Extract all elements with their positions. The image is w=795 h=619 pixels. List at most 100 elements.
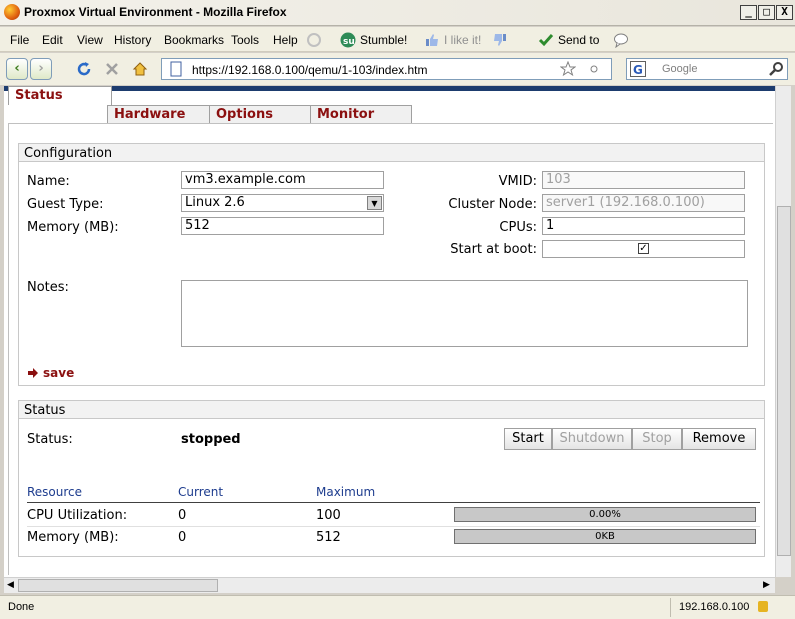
title-bar: Proxmox Virtual Environment - Mozilla Fi… bbox=[0, 0, 795, 26]
send-to-icon bbox=[538, 34, 554, 47]
maximum-column-header: Maximum bbox=[316, 485, 376, 499]
status-label: Status: bbox=[27, 432, 73, 447]
stumble-button[interactable]: Stumble! bbox=[360, 33, 407, 47]
save-link[interactable]: save bbox=[43, 366, 74, 380]
speech-bubble-icon[interactable] bbox=[613, 32, 629, 48]
svg-text:su: su bbox=[343, 37, 355, 47]
current-cell: 0 bbox=[178, 508, 187, 523]
home-icon[interactable] bbox=[132, 61, 148, 77]
search-input[interactable]: Google bbox=[662, 63, 697, 75]
maximum-cell: 512 bbox=[316, 530, 341, 545]
star-icon[interactable] bbox=[560, 61, 576, 77]
gear-icon bbox=[307, 33, 321, 47]
reload-icon[interactable] bbox=[76, 61, 92, 77]
stop-icon[interactable] bbox=[104, 61, 120, 77]
google-icon[interactable]: G bbox=[630, 61, 646, 77]
status-panel: Status Status: stopped Start Shutdown St… bbox=[18, 400, 765, 557]
start-button[interactable]: Start bbox=[504, 428, 552, 450]
start-at-boot-checkbox[interactable]: ✓ bbox=[638, 243, 649, 254]
start-at-boot-label: Start at boot: bbox=[450, 242, 537, 257]
notes-textarea[interactable] bbox=[181, 280, 748, 347]
forward-button[interactable]: › bbox=[30, 58, 52, 80]
minimize-button[interactable]: _ bbox=[740, 5, 757, 20]
resource-column-header: Resource bbox=[27, 485, 83, 499]
menu-file[interactable]: File bbox=[10, 33, 29, 47]
url-bar[interactable]: https://192.168.0.100/qemu/1-103/index.h… bbox=[161, 58, 612, 80]
memory-input[interactable]: 512 bbox=[181, 217, 384, 235]
status-bar: Done 192.168.0.100 bbox=[0, 595, 795, 619]
table-divider bbox=[27, 502, 760, 503]
cpus-label: CPUs: bbox=[499, 220, 537, 235]
vertical-scroll-thumb[interactable] bbox=[777, 206, 791, 556]
resource-cell: CPU Utilization: bbox=[27, 508, 128, 523]
stumbleupon-icon[interactable]: su bbox=[340, 32, 356, 48]
cluster-node-label: Cluster Node: bbox=[448, 197, 537, 212]
svg-text:G: G bbox=[633, 63, 643, 77]
menu-help[interactable]: Help bbox=[273, 33, 298, 47]
lock-icon[interactable] bbox=[758, 601, 768, 612]
i-like-it-button[interactable]: I like it! bbox=[444, 33, 481, 47]
dot-icon bbox=[590, 65, 598, 73]
vmid-input: 103 bbox=[542, 171, 745, 189]
status-value: stopped bbox=[181, 432, 241, 447]
stop-button[interactable]: Stop bbox=[632, 428, 682, 450]
memory-label: Memory (MB): bbox=[27, 220, 119, 235]
maximum-cell: 100 bbox=[316, 508, 341, 523]
vmid-label: VMID: bbox=[498, 174, 537, 189]
current-cell: 0 bbox=[178, 530, 187, 545]
window-title: Proxmox Virtual Environment - Mozilla Fi… bbox=[24, 5, 287, 19]
cpu-gauge-label: 0.00% bbox=[589, 509, 621, 520]
search-icon[interactable] bbox=[768, 61, 784, 77]
status-text: Done bbox=[8, 601, 35, 613]
memory-gauge: 0KB bbox=[454, 529, 756, 544]
back-button[interactable]: ‹ bbox=[6, 58, 28, 80]
url-text[interactable]: https://192.168.0.100/qemu/1-103/index.h… bbox=[192, 63, 428, 77]
firefox-icon bbox=[4, 4, 20, 20]
menu-view[interactable]: View bbox=[77, 33, 103, 47]
scroll-left-icon[interactable]: ◀ bbox=[7, 580, 14, 590]
chevron-down-icon[interactable]: ▼ bbox=[367, 196, 382, 210]
notes-label: Notes: bbox=[27, 280, 69, 295]
horizontal-scroll-thumb[interactable] bbox=[18, 579, 218, 592]
tab-monitor[interactable]: Monitor bbox=[310, 105, 412, 123]
page-icon bbox=[170, 61, 182, 77]
guest-type-select[interactable]: Linux 2.6 ▼ bbox=[181, 194, 384, 212]
guest-type-label: Guest Type: bbox=[27, 197, 104, 212]
menu-edit[interactable]: Edit bbox=[42, 33, 63, 47]
send-to-button[interactable]: Send to bbox=[558, 33, 599, 47]
shutdown-button[interactable]: Shutdown bbox=[552, 428, 632, 450]
header-bar bbox=[4, 86, 775, 91]
cpu-gauge: 0.00% bbox=[454, 507, 756, 522]
cpus-input[interactable]: 1 bbox=[542, 217, 745, 235]
search-bar[interactable]: G Google bbox=[626, 58, 788, 80]
menu-bookmarks[interactable]: Bookmarks bbox=[164, 33, 224, 47]
menu-bar: File Edit View History Bookmarks Tools H… bbox=[0, 27, 795, 52]
guest-type-value: Linux 2.6 bbox=[185, 195, 245, 210]
name-label: Name: bbox=[27, 174, 70, 189]
resource-cell: Memory (MB): bbox=[27, 530, 119, 545]
thumbs-down-icon[interactable] bbox=[492, 32, 508, 48]
configuration-panel: Configuration Name: vm3.example.com Gues… bbox=[18, 143, 765, 386]
name-input[interactable]: vm3.example.com bbox=[181, 171, 384, 189]
current-column-header: Current bbox=[178, 485, 224, 499]
maximize-button[interactable]: □ bbox=[758, 5, 775, 20]
tab-hardware[interactable]: Hardware bbox=[107, 105, 211, 123]
menu-tools[interactable]: Tools bbox=[231, 33, 259, 47]
memory-gauge-label: 0KB bbox=[595, 531, 615, 542]
horizontal-scrollbar[interactable]: ◀ ▶ bbox=[4, 577, 775, 593]
tab-status[interactable]: Status bbox=[8, 86, 112, 105]
tab-options[interactable]: Options bbox=[209, 105, 313, 123]
remove-button[interactable]: Remove bbox=[682, 428, 756, 450]
cluster-node-input: server1 (192.168.0.100) bbox=[542, 194, 745, 212]
status-legend: Status bbox=[19, 401, 764, 419]
page-content: Status Hardware Options Monitor Configur… bbox=[4, 86, 775, 577]
thumbs-up-icon[interactable] bbox=[424, 32, 440, 48]
row-divider bbox=[27, 526, 760, 527]
close-button[interactable]: X bbox=[776, 5, 793, 20]
start-at-boot-field: ✓ bbox=[542, 240, 745, 258]
vertical-scrollbar[interactable] bbox=[775, 86, 791, 577]
arrow-right-icon bbox=[28, 368, 38, 378]
configuration-legend: Configuration bbox=[19, 144, 764, 162]
menu-history[interactable]: History bbox=[114, 33, 151, 47]
scroll-right-icon[interactable]: ▶ bbox=[763, 580, 770, 590]
